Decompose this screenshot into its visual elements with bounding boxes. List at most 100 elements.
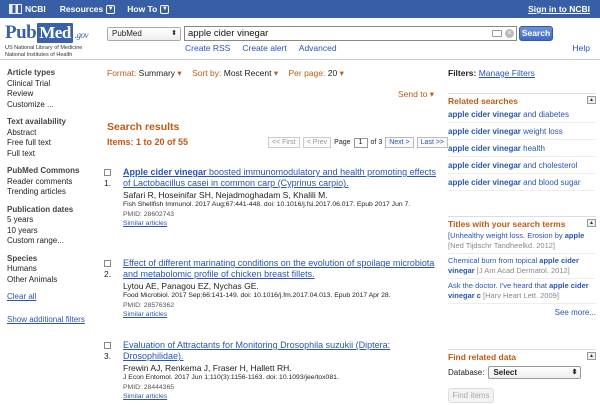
ncbi-home-link[interactable]: NCBI [9, 4, 46, 14]
related-search-link[interactable]: apple cider vinegar health [448, 140, 596, 157]
next-page-button[interactable]: Next > [385, 137, 414, 148]
result-citation: J Econ Entomol. 2017 Jun 1;110(3):1156-1… [123, 374, 339, 381]
result-pmid: PMID: 28576362 [123, 301, 175, 309]
related-search-link[interactable]: apple cider vinegar weight loss [448, 123, 596, 140]
first-page-button[interactable]: << First [268, 137, 300, 148]
filter-group-title: Article types [7, 68, 56, 77]
filter-item[interactable]: Reader comments [7, 177, 97, 188]
prev-page-button[interactable]: < Prev [302, 137, 332, 148]
clear-all-link[interactable]: Clear all [7, 292, 97, 303]
related-search-bold: apple cider vinegar [448, 127, 521, 136]
filter-item[interactable]: Customize ... [7, 100, 97, 111]
similar-articles-link[interactable]: Similar articles [123, 310, 444, 319]
clear-search-icon[interactable]: × [505, 29, 514, 38]
result-citation: Fish Shellfish Immunol. 2017 Aug;67:441-… [123, 201, 411, 208]
similar-articles-link[interactable]: Similar articles [123, 219, 444, 228]
format-label: Format: [107, 68, 137, 78]
result-title-link[interactable]: Evaluation of Attractants for Monitoring… [123, 340, 444, 362]
collapse-icon[interactable]: ▲ [587, 352, 596, 360]
result-title-link[interactable]: Effect of different marinating condition… [123, 258, 444, 280]
filter-item[interactable]: 10 years [7, 226, 97, 237]
collapse-icon[interactable]: ▲ [587, 96, 596, 104]
filters-line: Filters: Manage Filters [448, 68, 535, 78]
result-authors: Frewin AJ, Renkema J, Fraser H, Hallett … [123, 363, 292, 373]
database-select-value: PubMed [112, 29, 142, 38]
howto-menu[interactable]: How To ▼ [127, 4, 170, 14]
create-alert-link[interactable]: Create alert [242, 43, 286, 53]
find-items-button[interactable]: Find items [448, 388, 494, 403]
title-match-link[interactable]: Chemical burn from topical apple cider v… [448, 254, 596, 279]
filter-item[interactable]: Other Animals [7, 275, 97, 286]
items-count: Items: 1 to 20 of 55 [107, 137, 189, 147]
related-database-select[interactable]: Select ⬍ [488, 366, 582, 379]
result-title-highlight: Apple cider vinegar [123, 167, 207, 177]
help-link[interactable]: Help [573, 43, 590, 53]
filter-item[interactable]: Review [7, 89, 97, 100]
title-match-text: Chemical burn from topical [448, 256, 540, 265]
related-search-link[interactable]: apple cider vinegar and blood sugar [448, 174, 596, 191]
database-select[interactable]: PubMed ⬍ [107, 27, 181, 41]
sort-label: Sort by: [192, 68, 222, 78]
see-more-link[interactable]: See more... [448, 308, 596, 317]
manage-filters-link[interactable]: Manage Filters [479, 68, 535, 78]
resources-menu[interactable]: Resources ▼ [60, 4, 116, 14]
filter-group-text-availability: Text availability Abstract Free full tex… [7, 117, 97, 159]
filter-item[interactable]: Trending articles [7, 187, 97, 198]
title-match-link[interactable]: Ask the doctor. I've heard that apple ci… [448, 279, 596, 304]
perpage-menu[interactable]: Per page: 20 ▾ [288, 68, 343, 78]
filter-item[interactable]: Custom range... [7, 236, 97, 247]
format-menu[interactable]: Format: Summary ▾ [107, 68, 182, 78]
titles-with-terms-header: Titles with your search terms ▲ [448, 216, 596, 229]
pubmed-wordmark: Pub Med .gov [5, 22, 105, 44]
filter-item[interactable]: 5 years [7, 215, 97, 226]
filter-item[interactable]: Free full text [7, 138, 97, 149]
header-divider [0, 59, 600, 60]
filter-item[interactable]: Abstract [7, 128, 97, 139]
send-to-label: Send to [398, 89, 428, 99]
sort-value: Most Recent [223, 68, 272, 78]
filter-group-title: PubMed Commons [7, 166, 80, 175]
title-match-text: [Unhealthy weight loss. Erosion by [448, 231, 565, 240]
page-number-input[interactable]: 1 [353, 137, 368, 148]
page-label: Page [334, 139, 351, 146]
send-to-menu[interactable]: Send to ▾ [398, 89, 434, 100]
howto-label: How To [127, 4, 158, 14]
sign-in-link[interactable]: Sign in to NCBI [528, 4, 590, 14]
result-title-link[interactable]: Apple cider vinegar boosted immunomodula… [123, 167, 444, 189]
related-database-value: Select [493, 368, 518, 377]
last-page-button[interactable]: Last >> [416, 137, 449, 148]
create-rss-link[interactable]: Create RSS [185, 43, 230, 53]
sort-menu[interactable]: Sort by: Most Recent ▾ [192, 68, 278, 78]
result-checkbox[interactable] [104, 260, 111, 267]
title-match-link[interactable]: [Unhealthy weight loss. Erosion by apple… [448, 229, 596, 254]
advanced-search-link[interactable]: Advanced [299, 43, 337, 53]
result-item: 2. Effect of different marinating condit… [104, 258, 444, 319]
related-search-rest: and blood sugar [520, 178, 581, 187]
pubmed-logo[interactable]: Pub Med .gov US National Library of Medici… [5, 22, 105, 58]
filters-label: Filters: [448, 68, 477, 78]
database-label: Database: [448, 368, 485, 377]
database-row: Database: Select ⬍ [448, 366, 596, 379]
search-button[interactable]: Search [519, 26, 553, 41]
filter-sidebar: Article types Clinical Trial Review Cust… [7, 68, 97, 325]
result-pmid: PMID: 28444365 [123, 383, 175, 391]
logo-subtitle: US National Library of Medicine National… [5, 45, 105, 58]
result-checkbox[interactable] [104, 342, 111, 349]
search-input[interactable]: apple cider vinegar × [184, 26, 517, 41]
related-search-link[interactable]: apple cider vinegar and diabetes [448, 106, 596, 123]
result-checkbox[interactable] [104, 169, 111, 176]
filter-group-article-types: Article types Clinical Trial Review Cust… [7, 68, 97, 110]
filter-item[interactable]: Humans [7, 264, 97, 275]
filter-item[interactable]: Full text [7, 149, 97, 160]
filter-group-title: Species [7, 253, 38, 263]
show-additional-filters-link[interactable]: Show additional filters [7, 315, 97, 326]
filter-item[interactable]: Clinical Trial [7, 79, 97, 90]
pager: << First < Prev Page 1 of 3 Next > Last … [268, 137, 449, 148]
related-search-link[interactable]: apple cider vinegar and cholesterol [448, 157, 596, 174]
related-search-rest: weight loss [520, 127, 563, 136]
collapse-icon[interactable]: ▲ [587, 219, 596, 227]
format-value: Summary [138, 68, 176, 78]
keyboard-icon[interactable] [492, 30, 502, 37]
titles-with-terms-box: Titles with your search terms ▲ [Unhealt… [448, 216, 596, 317]
similar-articles-link[interactable]: Similar articles [123, 392, 444, 401]
